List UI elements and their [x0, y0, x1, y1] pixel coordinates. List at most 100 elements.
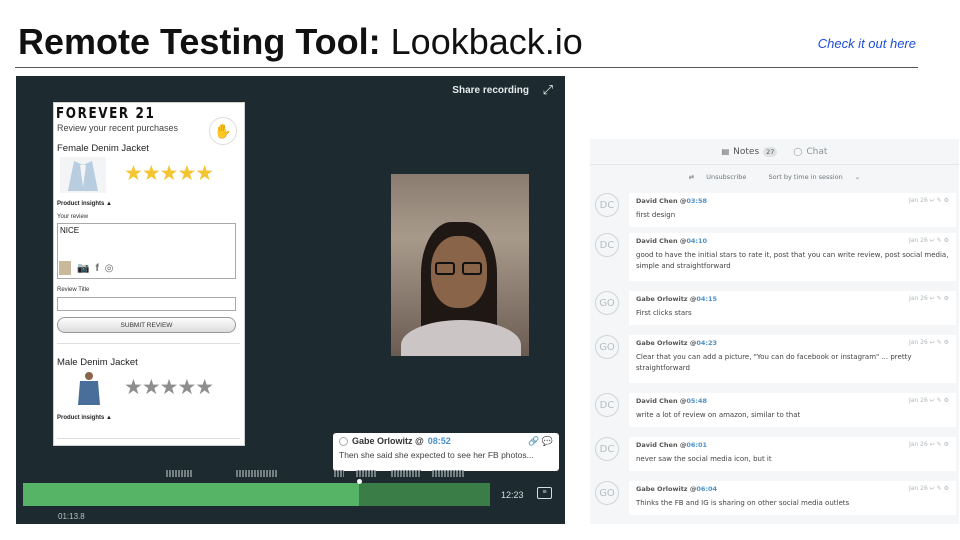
note-timestamp[interactable]: 04:23	[696, 339, 717, 347]
note-author-line: David Chen @06:01	[636, 441, 949, 449]
note-timestamp[interactable]: 04:10	[686, 237, 707, 245]
note-meta: Jan 26 ↩ ✎ ⚙	[909, 339, 949, 346]
note-popup[interactable]: Gabe Orlowitz @ 08:52 🔗 💬 Then she said s…	[333, 433, 559, 471]
edit-icon[interactable]: ✎	[937, 237, 942, 244]
note-timestamp[interactable]: 06:04	[696, 485, 717, 493]
check-it-out-link[interactable]: Check it out here	[818, 36, 916, 51]
reply-icon[interactable]: ↩	[930, 295, 935, 302]
timeline-marker[interactable]	[356, 470, 376, 477]
caret-up-icon: ▲	[106, 415, 112, 421]
edit-icon[interactable]: ✎	[937, 397, 942, 404]
reply-icon[interactable]: ↩	[930, 237, 935, 244]
review-title-input[interactable]	[57, 297, 236, 311]
slide-title-rest: Lookback.io	[380, 21, 583, 62]
reply-icon[interactable]: ↩	[930, 485, 935, 492]
video-player[interactable]: Share recording ⤢ FOREVER 21 Review your…	[16, 76, 565, 524]
star-rating-filled[interactable]: ★★★★★	[124, 161, 214, 186]
note-timestamp[interactable]: 03:58	[686, 197, 707, 205]
note-author: David Chen @	[636, 397, 687, 405]
product-insights-toggle[interactable]: Product insights ▲	[57, 201, 112, 207]
settings-icon[interactable]: ⚙	[944, 197, 949, 204]
comment-icon[interactable]: 💬	[542, 436, 553, 446]
note-card[interactable]: David Chen @05:48 Jan 26 ↩ ✎ ⚙ write a lot…	[629, 393, 956, 427]
note-timestamp[interactable]: 05:48	[686, 397, 707, 405]
tab-chat-label: Chat	[806, 146, 828, 157]
photo-thumbnail-icon[interactable]	[59, 261, 71, 275]
unsubscribe-label: Unsubscribe	[706, 173, 747, 181]
note-card[interactable]: David Chen @03:58 Jan 26 ↩ ✎ ⚙ first desig…	[629, 193, 956, 227]
note-card[interactable]: Gabe Orlowitz @06:04 Jan 26 ↩ ✎ ⚙ Thinks t…	[629, 481, 956, 515]
note-timestamp[interactable]: 04:15	[696, 295, 717, 303]
note-date: Jan 26	[908, 441, 928, 448]
review-media-icons: 📷 f ◎	[59, 261, 114, 275]
share-recording-button[interactable]: Share recording	[452, 85, 529, 96]
sort-label: Sort by time in session	[768, 173, 843, 181]
reply-icon[interactable]: ↩	[930, 339, 935, 346]
note-card[interactable]: David Chen @06:01 Jan 26 ↩ ✎ ⚙ never saw t…	[629, 437, 956, 471]
hand-icon[interactable]: ✋	[209, 117, 237, 145]
duration-label: 12:23	[501, 490, 524, 500]
notes-controls: ⇄ Unsubscribe Sort by time in session ⌄	[590, 173, 959, 181]
note-radio[interactable]	[339, 436, 348, 446]
chevron-down-icon: ⌄	[854, 173, 861, 181]
reply-icon[interactable]: ↩	[930, 397, 935, 404]
app-screen-recording: FOREVER 21 Review your recent purchases …	[53, 102, 245, 446]
review-text: NICE	[60, 226, 80, 235]
popup-author: Gabe Orlowitz @	[352, 436, 424, 446]
settings-icon[interactable]: ⚙	[944, 339, 949, 346]
settings-icon[interactable]: ⚙	[944, 397, 949, 404]
link-icon[interactable]: 🔗	[528, 436, 539, 446]
note-body: never saw the social media icon, but it	[636, 455, 772, 463]
product-insights-toggle[interactable]: Product insights ▲	[57, 415, 112, 421]
star-rating-empty[interactable]: ★★★★★	[124, 375, 214, 400]
note-author: David Chen @	[636, 197, 687, 205]
note-date: Jan 26	[908, 397, 928, 404]
sort-dropdown[interactable]: Sort by time in session ⌄	[763, 173, 865, 181]
progress-bar[interactable]	[23, 479, 490, 506]
note-card[interactable]: Gabe Orlowitz @04:15 Jan 26 ↩ ✎ ⚙ First cl…	[629, 291, 956, 325]
timeline-marker[interactable]	[432, 470, 464, 477]
settings-icon[interactable]: ⚙	[944, 441, 949, 448]
note-author: Gabe Orlowitz @	[636, 485, 697, 493]
edit-icon[interactable]: ✎	[937, 485, 942, 492]
timeline-marker[interactable]	[334, 470, 344, 477]
settings-icon[interactable]: ⚙	[944, 237, 949, 244]
settings-icon[interactable]: ⚙	[944, 295, 949, 302]
settings-icon[interactable]: ⚙	[944, 485, 949, 492]
instagram-icon[interactable]: ◎	[105, 263, 114, 274]
popup-timestamp[interactable]: 08:52	[428, 436, 451, 446]
note-timestamp[interactable]: 06:01	[686, 441, 707, 449]
notes-tabs: ▤ Notes 27 ◯ Chat	[590, 139, 959, 165]
note-author-line: David Chen @03:58	[636, 197, 949, 205]
chat-bubble-icon: ◯	[793, 147, 803, 156]
timeline-marker[interactable]	[391, 470, 421, 477]
notes-count-badge: 27	[763, 146, 778, 157]
note-body: Thinks the FB and IG is sharing on other…	[636, 499, 850, 507]
note-date: Jan 26	[908, 197, 928, 204]
captions-icon[interactable]: ≡	[537, 487, 552, 499]
expand-icon[interactable]: ⤢	[543, 82, 553, 98]
reply-icon[interactable]: ↩	[930, 197, 935, 204]
edit-icon[interactable]: ✎	[937, 295, 942, 302]
popup-text: Then she said she expected to see her FB…	[339, 450, 534, 460]
progress-thumb[interactable]	[357, 479, 362, 484]
male-jacket-thumbnail	[66, 371, 112, 407]
note-card[interactable]: Gabe Orlowitz @04:23 Jan 26 ↩ ✎ ⚙ Clear th…	[629, 335, 956, 383]
edit-icon[interactable]: ✎	[937, 339, 942, 346]
timeline-marker[interactable]	[166, 470, 192, 477]
note-body: first design	[636, 211, 676, 219]
camera-icon[interactable]: 📷	[77, 263, 89, 274]
unsubscribe-button[interactable]: ⇄ Unsubscribe	[684, 173, 752, 181]
tab-notes[interactable]: ▤ Notes 27	[722, 146, 778, 157]
tab-chat[interactable]: ◯ Chat	[793, 147, 827, 157]
edit-icon[interactable]: ✎	[937, 441, 942, 448]
submit-review-button[interactable]: SUBMIT REVIEW	[57, 317, 236, 333]
note-card[interactable]: David Chen @04:10 Jan 26 ↩ ✎ ⚙ good to hav…	[629, 233, 956, 281]
avatar: GO	[595, 291, 619, 315]
reply-icon[interactable]: ↩	[930, 441, 935, 448]
facebook-icon[interactable]: f	[95, 263, 98, 274]
timeline-marker[interactable]	[236, 470, 278, 477]
edit-icon[interactable]: ✎	[937, 197, 942, 204]
current-time-label: 01:13.8	[58, 512, 85, 521]
note-author: Gabe Orlowitz @	[636, 295, 697, 303]
